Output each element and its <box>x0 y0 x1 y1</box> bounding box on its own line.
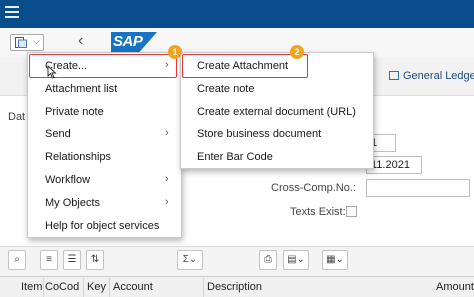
col-item[interactable]: Item <box>21 281 42 293</box>
shell-title-bar <box>0 0 474 28</box>
cross-comp-field[interactable] <box>366 179 470 197</box>
menu-item-send[interactable]: Send <box>45 128 71 140</box>
col-amount[interactable]: Amount <box>436 281 474 293</box>
hamburger-menu-icon[interactable] <box>5 6 19 20</box>
filter-icon[interactable]: ☰ <box>63 250 81 270</box>
services-object-icon <box>15 37 27 48</box>
general-ledger-label: General Ledger <box>403 70 474 82</box>
submenu-item-store-business-document[interactable]: Store business document <box>197 128 321 140</box>
align-icon[interactable]: ≡ <box>40 250 58 270</box>
step-badge-1: 1 <box>168 45 182 59</box>
cross-comp-label: Cross-Comp.No.: <box>271 182 356 194</box>
chevron-down-icon: ⌵ <box>33 36 40 46</box>
export-icon[interactable]: ▤⌄ <box>283 250 309 270</box>
sort-icon[interactable]: ⇅ <box>86 250 104 270</box>
col-description[interactable]: Description <box>207 281 262 293</box>
menu-item-attachment-list[interactable]: Attachment list <box>45 83 117 95</box>
date-label: Dat <box>8 111 26 123</box>
menu-item-relationships[interactable]: Relationships <box>45 151 111 163</box>
services-for-object-button[interactable]: ⌵ <box>10 34 44 51</box>
menu-item-private-note[interactable]: Private note <box>45 106 104 118</box>
back-arrow-icon[interactable]: ‹ <box>78 32 83 50</box>
general-ledger-button[interactable]: General Ledger <box>389 70 474 82</box>
menu-item-help-object-services[interactable]: Help for object services <box>45 220 159 232</box>
submenu-arrow-icon: › <box>165 127 169 139</box>
col-key[interactable]: Key <box>87 281 106 293</box>
field-2[interactable]: 11.2021 <box>366 156 422 174</box>
sum-icon[interactable]: Σ⌄ <box>177 250 203 270</box>
submenu-item-enter-bar-code[interactable]: Enter Bar Code <box>197 151 273 163</box>
menu-item-workflow[interactable]: Workflow <box>45 174 90 186</box>
object-services-menu <box>27 52 182 238</box>
texts-exist-checkbox[interactable] <box>346 206 357 217</box>
col-cocode[interactable]: CoCod <box>45 281 79 293</box>
zoom-icon[interactable]: ⌕ <box>8 250 26 270</box>
print-icon[interactable]: ⎙ <box>259 250 277 270</box>
submenu-arrow-icon: › <box>165 196 169 208</box>
submenu-item-create-external-document[interactable]: Create external document (URL) <box>197 106 356 118</box>
layout-icon[interactable]: ▦⌄ <box>322 250 348 270</box>
submenu-item-create-note[interactable]: Create note <box>197 83 254 95</box>
col-account[interactable]: Account <box>113 281 153 293</box>
submenu-item-create-attachment[interactable]: Create Attachment <box>197 60 288 72</box>
mouse-cursor-icon <box>47 65 57 79</box>
submenu-arrow-icon: › <box>165 173 169 185</box>
menu-item-my-objects[interactable]: My Objects <box>45 197 100 209</box>
texts-exist-label: Texts Exist: <box>290 206 346 218</box>
ledger-icon <box>389 71 399 80</box>
step-badge-2: 2 <box>290 45 304 59</box>
